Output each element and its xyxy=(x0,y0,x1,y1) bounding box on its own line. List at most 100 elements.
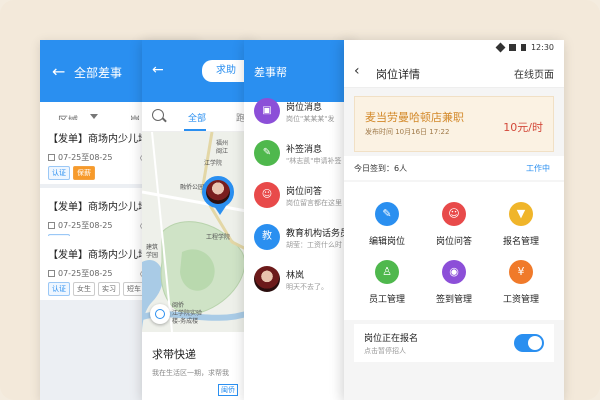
message-preview: 岗位"某某某"发 xyxy=(286,115,335,123)
tab-underline xyxy=(184,129,206,131)
message-preview: 胡莹：工资什么时 xyxy=(286,241,342,249)
action-label: 员工管理 xyxy=(368,295,405,305)
map-label: 融侨公园 xyxy=(180,184,205,191)
location-icon: ◉ xyxy=(442,260,466,284)
page-title: 岗位详情 xyxy=(376,68,420,81)
tab-bar: 全部 跑 xyxy=(142,102,252,132)
background-frame: ← 全部差事 区域 岗 【发单】商场内少儿培训 07-25至08-25 ◎ 婺 … xyxy=(0,0,600,400)
action-label: 报名管理 xyxy=(502,237,539,247)
dropdown-triangle-icon[interactable] xyxy=(90,114,98,119)
job-tags: 认证 保薪 xyxy=(48,166,95,180)
map-label: 江学院 xyxy=(204,160,223,167)
recruiting-hint: 点击暂停招人 xyxy=(364,347,406,355)
tab-all[interactable]: 全部 xyxy=(188,111,206,124)
edit-icon: ✎ xyxy=(375,202,399,226)
leaf-icon: ✎ xyxy=(254,140,280,166)
search-icon[interactable] xyxy=(152,109,164,121)
action-label: 岗位问答 xyxy=(435,237,472,247)
work-status[interactable]: 工作中 xyxy=(526,163,550,174)
job-qa-button[interactable]: ☺ 岗位问答 xyxy=(419,202,489,247)
qa-icon: ☺ xyxy=(442,202,466,226)
back-arrow-icon[interactable]: ‹ xyxy=(354,63,360,79)
wifi-icon xyxy=(495,42,506,53)
message-title: 岗位问答 xyxy=(286,187,323,197)
screen-job-detail: 12:30 ‹ 岗位详情 在线页面 麦当劳曼哈顿店兼职 发布时间 10月16日 … xyxy=(344,40,564,400)
message-row[interactable]: ▣ 岗位消息 岗位"某某某"发 xyxy=(244,90,354,132)
chat-icon: ☺ xyxy=(254,182,280,208)
calendar-icon xyxy=(48,222,55,229)
job-dates: 07-25至08-25 xyxy=(48,220,113,231)
action-label: 签到管理 xyxy=(435,295,472,305)
nav-bar: ‹ 岗位详情 在线页面 xyxy=(344,56,564,88)
tag-female: 女生 xyxy=(73,282,95,296)
message-preview: 明天不去了。 xyxy=(286,283,328,291)
briefcase-icon: ▣ xyxy=(254,98,280,124)
signal-icon xyxy=(509,44,516,51)
request-card[interactable]: 求带快递 我在生活区一期，求帮我 闽侨 xyxy=(142,332,252,400)
message-preview: 岗位留言都在这里 xyxy=(286,199,342,207)
action-grid: ✎ 编辑岗位 ☺ 岗位问答 ▼ 报名管理 ♙ 员工管理 ◉ 签到管理 ¥ 工资管… xyxy=(344,182,564,320)
back-arrow-icon[interactable]: ← xyxy=(152,62,164,78)
message-title: 补签消息 xyxy=(286,145,323,155)
sign-in-row: 今日签到：6人 工作中 xyxy=(344,156,564,180)
map-label: 闽江 xyxy=(216,148,229,155)
map-label: 工程学院 xyxy=(206,234,231,241)
ticket-icon: ¥ xyxy=(509,260,533,284)
message-row[interactable]: 林岚 明天不去了。 xyxy=(244,258,354,300)
page-title: 全部差事 xyxy=(74,66,123,80)
locate-me-button[interactable] xyxy=(150,304,170,324)
calendar-icon xyxy=(48,270,55,277)
today-sign-count: 今日签到：6人 xyxy=(354,164,408,173)
request-title: 求带快递 xyxy=(152,348,196,361)
tag-verified: 认证 xyxy=(48,166,70,180)
recruiting-toggle[interactable] xyxy=(514,334,544,352)
tag-verified: 认证 xyxy=(48,282,70,296)
filter-icon: ▼ xyxy=(509,202,533,226)
battery-icon xyxy=(521,44,526,51)
map-graphic xyxy=(142,132,252,332)
action-label: 工资管理 xyxy=(502,295,539,305)
job-dates: 07-25至08-25 xyxy=(48,152,113,163)
message-row[interactable]: ☺ 岗位问答 岗位留言都在这里 xyxy=(244,174,354,216)
tag-intern: 实习 xyxy=(98,282,120,296)
edit-job-button[interactable]: ✎ 编辑岗位 xyxy=(352,202,422,247)
message-preview: "林志凯"申请补签 xyxy=(286,157,342,165)
avatar xyxy=(206,180,230,204)
job-published-date: 发布时间 10月16日 17:22 xyxy=(365,128,450,136)
job-title: 麦当劳曼哈顿店兼职 xyxy=(365,111,464,124)
map-label: 学园 xyxy=(146,252,159,259)
tag-guarantee: 保薪 xyxy=(73,166,95,180)
map-view[interactable]: 福州 闽江 融侨公园 江学院 工程学院 建筑 学园 闽侨 江学院实验 楼-务成楼 xyxy=(142,132,252,332)
message-title: 林岚 xyxy=(286,271,305,281)
job-summary-card[interactable]: 麦当劳曼哈顿店兼职 发布时间 10月16日 17:22 10元/时 xyxy=(354,96,554,152)
screen-map-help: ← 求助 全部 跑 福州 闽江 融侨公园 江学院 工程学院 建筑 学园 闽侨 江… xyxy=(142,40,252,400)
header: ← 求助 xyxy=(142,40,252,102)
recruiting-label: 岗位正在报名 xyxy=(364,334,419,344)
job-dates: 07-25至08-25 xyxy=(48,268,113,279)
staff-icon: ♙ xyxy=(375,260,399,284)
request-subtitle: 我在生活区一期，求帮我 xyxy=(152,369,229,377)
job-tags: 认证 女生 实习 短车 xyxy=(48,282,145,296)
page-title: 差事帮 xyxy=(254,66,287,79)
recruiting-toggle-card: 岗位正在报名 点击暂停招人 xyxy=(354,324,554,362)
map-label: 楼-务成楼 xyxy=(172,318,199,325)
back-arrow-icon[interactable]: ← xyxy=(52,62,65,81)
signup-manage-button[interactable]: ▼ 报名管理 xyxy=(486,202,556,247)
action-label: 编辑岗位 xyxy=(368,237,405,247)
request-badge: 闽侨 xyxy=(218,384,238,396)
education-icon: 教 xyxy=(254,224,280,250)
user-location-pin[interactable] xyxy=(202,176,234,215)
checkin-manage-button[interactable]: ◉ 签到管理 xyxy=(419,260,489,305)
message-row[interactable]: ✎ 补签消息 "林志凯"申请补签 xyxy=(244,132,354,174)
message-title: 岗位消息 xyxy=(286,103,323,113)
status-time: 12:30 xyxy=(530,43,554,52)
salary-manage-button[interactable]: ¥ 工资管理 xyxy=(486,260,556,305)
online-page-link[interactable]: 在线页面 xyxy=(514,66,554,81)
status-bar: 12:30 xyxy=(344,40,564,56)
avatar xyxy=(254,266,280,292)
staff-manage-button[interactable]: ♙ 员工管理 xyxy=(352,260,422,305)
message-row[interactable]: 教 教育机构话务员 胡莹：工资什么时 xyxy=(244,216,354,258)
job-price: 10元/时 xyxy=(503,121,543,134)
screen-messages: 差事帮 ▣ 岗位消息 岗位"某某某"发 ✎ 补签消息 "林志凯"申请补签 ☺ 岗… xyxy=(244,40,354,400)
message-title: 教育机构话务员 xyxy=(286,229,350,239)
